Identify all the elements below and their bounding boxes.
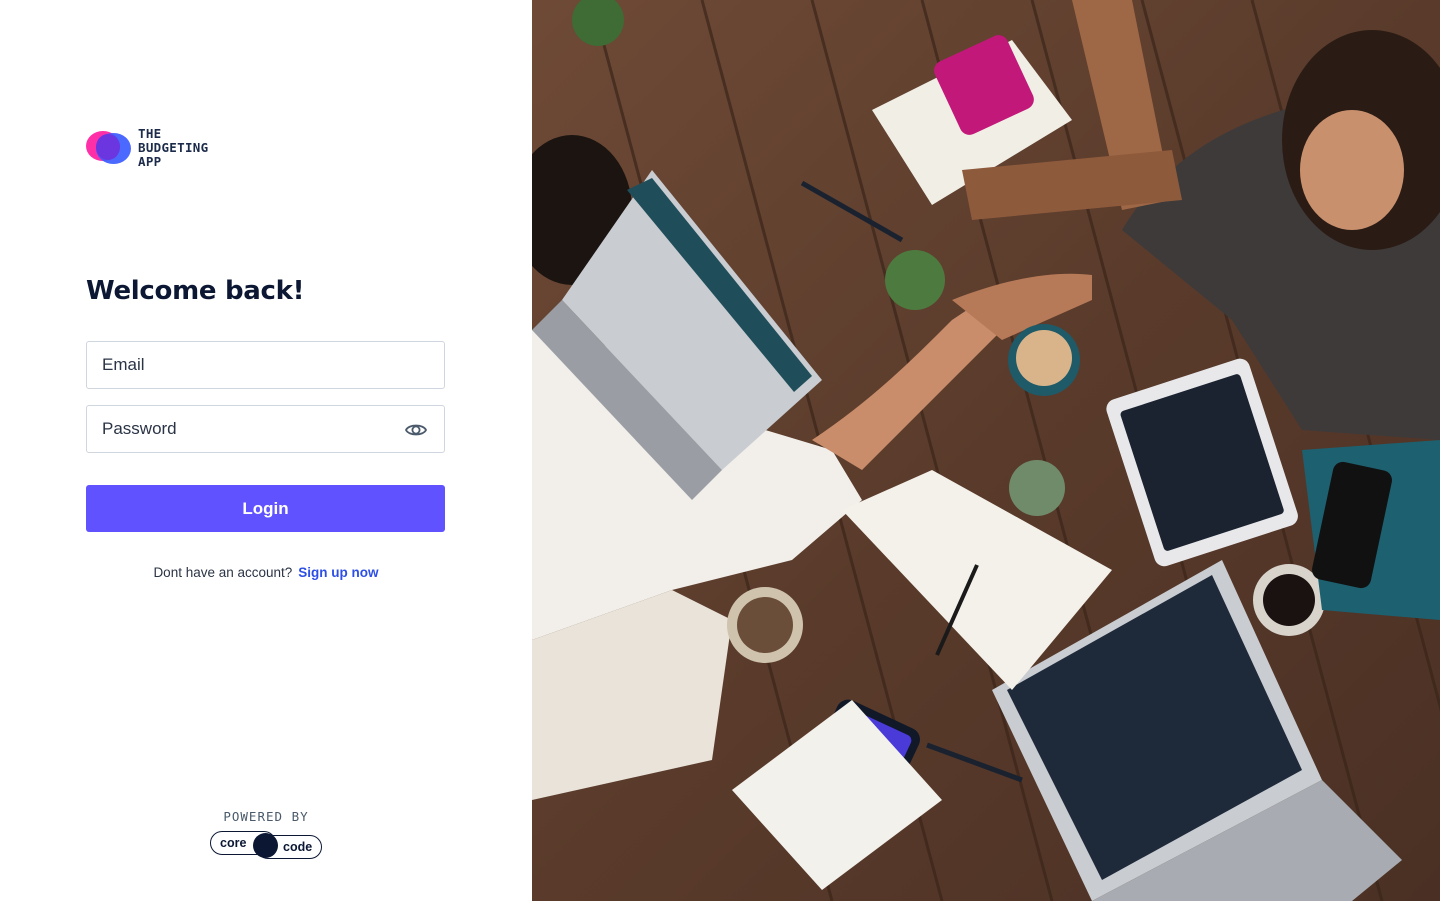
logo-line-1: THE: [138, 126, 162, 141]
app-logo: THE BUDGETING APP: [86, 127, 208, 169]
logo-line-3: APP: [138, 154, 162, 169]
brand-logo: core code: [210, 830, 322, 862]
page-title: Welcome back!: [86, 276, 305, 306]
email-field[interactable]: [87, 342, 444, 388]
password-field[interactable]: [87, 406, 444, 452]
brand-word-core: core: [220, 836, 247, 850]
login-button[interactable]: Login: [86, 485, 445, 532]
password-field-container: [86, 405, 445, 453]
logo-text: THE BUDGETING APP: [138, 127, 208, 169]
email-field-container: [86, 341, 445, 389]
logo-mark-icon: [86, 131, 132, 165]
signup-link[interactable]: Sign up now: [298, 565, 378, 580]
eye-icon[interactable]: [404, 419, 428, 441]
hero-image: [532, 0, 1440, 901]
brand-word-code: code: [283, 840, 313, 854]
hero-photo: [532, 0, 1440, 901]
login-panel: THE BUDGETING APP Welcome back! Login Do…: [0, 0, 532, 901]
signup-row: Dont have an account? Sign up now: [0, 565, 532, 580]
logo-line-2: BUDGETING: [138, 140, 209, 155]
signup-prompt: Dont have an account?: [153, 565, 293, 580]
powered-by-label: POWERED BY: [223, 809, 309, 824]
